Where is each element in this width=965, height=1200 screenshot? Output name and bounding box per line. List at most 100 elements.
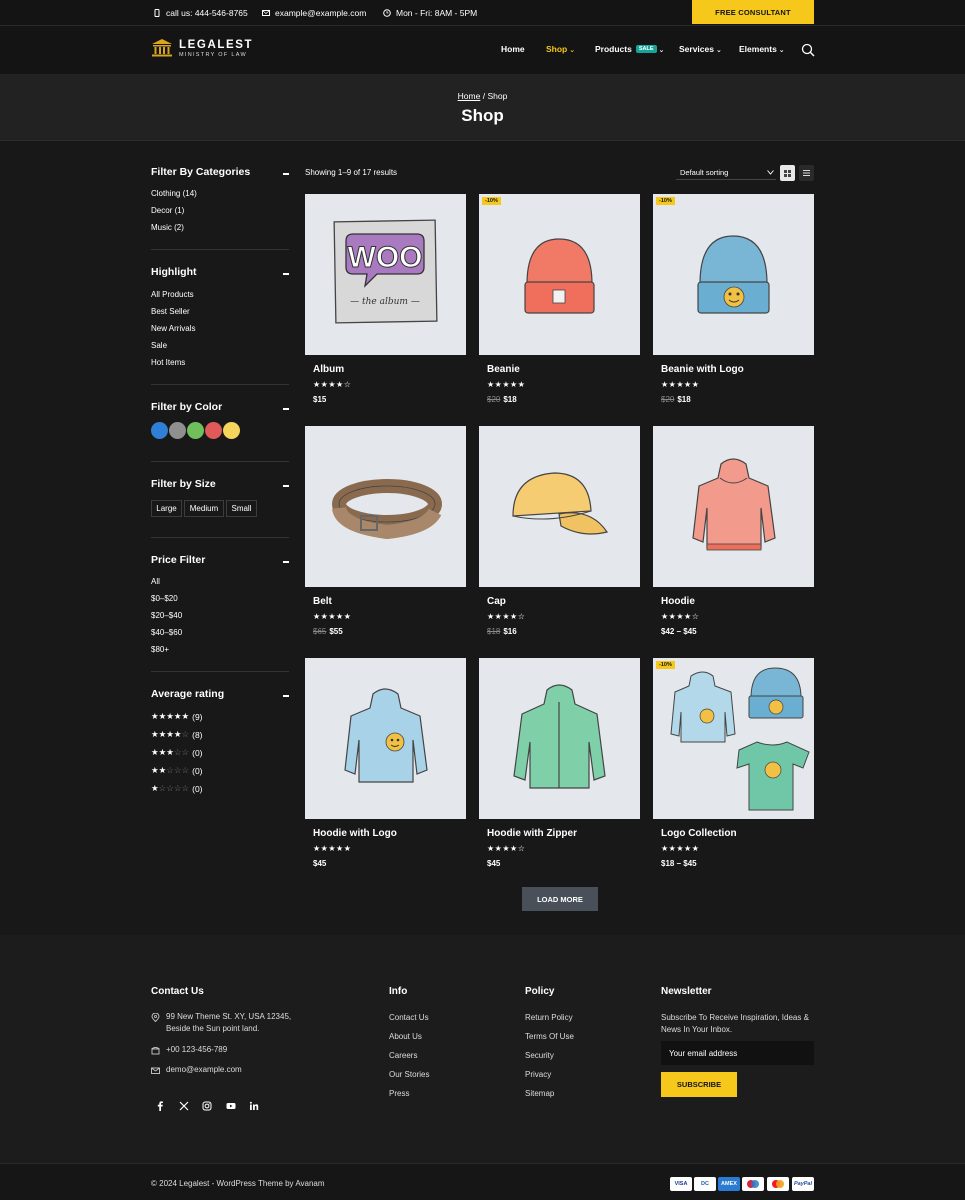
highlight-all-products[interactable]: All Products [151, 290, 194, 299]
nav-elements[interactable]: Elements ⌄ [739, 44, 785, 54]
color-swatch-yellow[interactable] [223, 422, 240, 439]
nav-home-label: Home [501, 44, 525, 54]
email-contact[interactable]: example@example.com [262, 5, 366, 21]
product-price: $45 [487, 859, 500, 868]
collapse-icon[interactable] [283, 173, 289, 175]
size-medium[interactable]: Medium [184, 500, 224, 517]
product-image-beanie[interactable]: -10% [479, 194, 640, 355]
price-all[interactable]: All [151, 577, 160, 586]
product-title[interactable]: Hoodie [661, 596, 695, 607]
chevron-down-icon: ⌄ [778, 46, 785, 54]
sort-dropdown[interactable]: Default sorting [676, 165, 776, 180]
product-image-cap[interactable] [479, 426, 640, 587]
product-title[interactable]: Belt [313, 596, 332, 607]
collapse-icon[interactable] [283, 273, 289, 275]
category-clothing[interactable]: Clothing (14) [151, 189, 197, 198]
price-20-40[interactable]: $20–$40 [151, 611, 182, 620]
footer-link-our-stories[interactable]: Our Stories [389, 1070, 429, 1079]
footer-link-security[interactable]: Security [525, 1051, 554, 1060]
breadcrumb: Home / Shop [0, 91, 965, 101]
highlight-new-arrivals[interactable]: New Arrivals [151, 324, 195, 333]
rating-filter-3[interactable]: ★★★☆☆ (0) [151, 747, 203, 758]
product-title[interactable]: Hoodie with Zipper [487, 828, 577, 839]
footer-policy-heading: Policy [525, 986, 555, 997]
footer-link-about-us[interactable]: About Us [389, 1032, 422, 1041]
footer-link-careers[interactable]: Careers [389, 1051, 417, 1060]
color-swatch-red[interactable] [205, 422, 222, 439]
rating-filter-1[interactable]: ★☆☆☆☆ (0) [151, 783, 203, 794]
free-consultant-button[interactable]: FREE CONSULTANT [692, 0, 814, 24]
product-image-hoodie-with-logo[interactable] [305, 658, 466, 819]
product-image-hoodie-with-zipper[interactable] [479, 658, 640, 819]
color-swatch-blue[interactable] [151, 422, 168, 439]
product-title[interactable]: Beanie [487, 364, 520, 375]
subscribe-button[interactable]: SUBSCRIBE [661, 1072, 737, 1097]
mail-icon [262, 10, 270, 16]
list-view-button[interactable] [799, 165, 814, 181]
footer-link-press[interactable]: Press [389, 1089, 409, 1098]
product-title[interactable]: Album [313, 364, 344, 375]
size-small[interactable]: Small [226, 500, 257, 517]
footer-phone[interactable]: +00 123-456-789 [151, 1044, 227, 1056]
collapse-icon[interactable] [283, 561, 289, 563]
product-title[interactable]: Hoodie with Logo [313, 828, 397, 839]
price-0-20[interactable]: $0–$20 [151, 594, 178, 603]
nav-shop[interactable]: Shop ⌄ [546, 44, 575, 54]
search-icon[interactable] [801, 43, 815, 57]
product-title[interactable]: Beanie with Logo [661, 364, 744, 375]
main-header [0, 26, 965, 74]
footer-link-sitemap[interactable]: Sitemap [525, 1089, 554, 1098]
category-music[interactable]: Music (2) [151, 223, 184, 232]
instagram-icon[interactable] [198, 1097, 216, 1115]
footer-link-contact-us[interactable]: Contact Us [389, 1013, 429, 1022]
nav-home[interactable]: Home [501, 44, 525, 54]
price-current: $18 – $45 [661, 859, 697, 868]
footer-link-terms[interactable]: Terms Of Use [525, 1032, 574, 1041]
product-rating: ★★★★★ [661, 380, 700, 389]
rating-filter-heading: Average rating [151, 688, 225, 700]
collapse-icon[interactable] [283, 485, 289, 487]
color-swatch-gray[interactable] [169, 422, 186, 439]
product-title[interactable]: Logo Collection [661, 828, 737, 839]
collapse-icon[interactable] [283, 695, 289, 697]
site-logo[interactable]: LEGALEST MINISTRY OF LAW [151, 38, 253, 58]
price-80-plus[interactable]: $80+ [151, 645, 169, 654]
color-swatch-green[interactable] [187, 422, 204, 439]
product-image-beanie-with-logo[interactable]: -10% [653, 194, 814, 355]
nav-services[interactable]: Services ⌄ [679, 44, 722, 54]
product-image-belt[interactable] [305, 426, 466, 587]
product-image-album[interactable]: WOO — the album — [305, 194, 466, 355]
phone-contact[interactable]: call us: 444-546-8765 [153, 5, 248, 21]
footer-info-heading: Info [389, 986, 408, 997]
youtube-icon[interactable] [222, 1097, 240, 1115]
highlight-best-seller[interactable]: Best Seller [151, 307, 190, 316]
linkedin-icon[interactable] [245, 1097, 263, 1115]
facebook-icon[interactable] [151, 1097, 169, 1115]
highlight-hot-items[interactable]: Hot Items [151, 358, 185, 367]
rating-filter-2[interactable]: ★★☆☆☆ (0) [151, 765, 203, 776]
price-40-60[interactable]: $40–$60 [151, 628, 182, 637]
product-title[interactable]: Cap [487, 596, 506, 607]
beanie-logo-image [697, 235, 770, 314]
grid-view-button[interactable] [780, 165, 795, 181]
footer-link-privacy[interactable]: Privacy [525, 1070, 551, 1079]
product-image-hoodie[interactable] [653, 426, 814, 587]
newsletter-email-input[interactable] [661, 1041, 814, 1065]
x-icon[interactable] [175, 1097, 193, 1115]
footer-link-return-policy[interactable]: Return Policy [525, 1013, 573, 1022]
rating-filter-5[interactable]: ★★★★★ (9) [151, 711, 203, 722]
rating-filter-4[interactable]: ★★★★☆ (8) [151, 729, 203, 740]
highlight-sale[interactable]: Sale [151, 341, 167, 350]
rating-count: (0) [192, 747, 203, 758]
product-image-logo-collection[interactable]: -10% [653, 658, 814, 819]
breadcrumb-home[interactable]: Home [458, 91, 481, 101]
visa-icon: VISA [670, 1177, 692, 1191]
collapse-icon[interactable] [283, 408, 289, 410]
rating-count: (8) [192, 729, 203, 740]
logo-name: LEGALEST [179, 38, 254, 51]
nav-products[interactable]: Products SALE ⌄ [595, 44, 664, 54]
footer-email[interactable]: demo@example.com [151, 1064, 242, 1076]
load-more-button[interactable]: LOAD MORE [522, 887, 598, 911]
category-decor[interactable]: Decor (1) [151, 206, 184, 215]
size-large[interactable]: Large [151, 500, 182, 517]
